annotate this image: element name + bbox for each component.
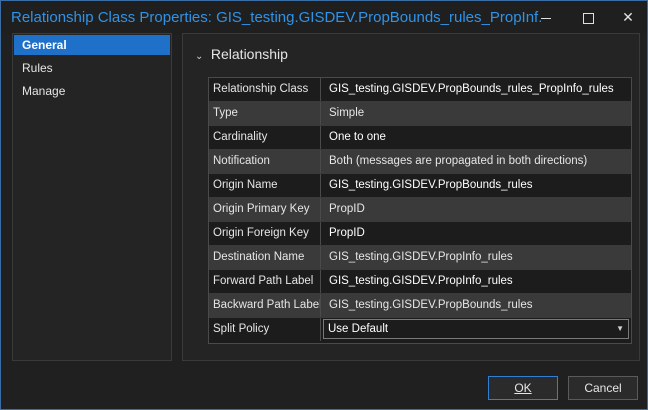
property-row: Notification Both (messages are propagat… <box>209 150 631 174</box>
sidebar-item-manage[interactable]: Manage <box>14 81 170 101</box>
property-label: Origin Primary Key <box>209 198 321 221</box>
window-title: Relationship Class Properties: GIS_testi… <box>11 9 541 26</box>
cancel-button-label: Cancel <box>584 381 622 395</box>
close-icon: ✕ <box>622 9 634 25</box>
minimize-button[interactable] <box>531 5 561 29</box>
property-label: Forward Path Label <box>209 270 321 293</box>
ok-button[interactable]: OK <box>488 376 558 400</box>
property-row: Origin Name GIS_testing.GISDEV.PropBound… <box>209 174 631 198</box>
property-value[interactable]: Simple <box>321 102 631 125</box>
property-row: Origin Primary Key PropID <box>209 198 631 222</box>
sidebar-item-rules[interactable]: Rules <box>14 58 170 78</box>
sidebar-item-general[interactable]: General <box>14 35 170 55</box>
property-label: Backward Path Label <box>209 294 321 317</box>
maximize-icon <box>582 12 594 24</box>
property-row: Forward Path Label GIS_testing.GISDEV.Pr… <box>209 270 631 294</box>
property-value[interactable]: PropID <box>321 222 631 245</box>
ok-button-label: OK <box>514 381 532 395</box>
property-value[interactable]: Both (messages are propagated in both di… <box>321 150 631 173</box>
property-value[interactable]: PropID <box>321 198 631 221</box>
property-row: Split Policy Use Default ▼ <box>209 318 631 342</box>
property-row: Backward Path Label GIS_testing.GISDEV.P… <box>209 294 631 318</box>
dropdown-arrow-icon[interactable]: ▼ <box>616 320 624 338</box>
property-row: Destination Name GIS_testing.GISDEV.Prop… <box>209 246 631 270</box>
split-policy-value: Use Default <box>328 323 389 335</box>
sidebar: General Rules Manage <box>12 33 172 361</box>
property-value[interactable]: GIS_testing.GISDEV.PropBounds_rules <box>321 174 631 197</box>
property-label: Notification <box>209 150 321 173</box>
split-policy-select[interactable]: Use Default ▼ <box>323 319 629 339</box>
maximize-button[interactable] <box>573 5 603 29</box>
property-value[interactable]: GIS_testing.GISDEV.PropBounds_rules <box>321 294 631 317</box>
property-row: Type Simple <box>209 102 631 126</box>
property-label: Type <box>209 102 321 125</box>
property-label: Origin Foreign Key <box>209 222 321 245</box>
section-header[interactable]: ⌄ Relationship <box>195 46 288 62</box>
sidebar-item-label: General <box>22 38 67 52</box>
title-bar[interactable]: Relationship Class Properties: GIS_testi… <box>1 1 647 35</box>
property-row: Relationship Class GIS_testing.GISDEV.Pr… <box>209 78 631 102</box>
main-panel: ⌄ Relationship Relationship Class GIS_te… <box>182 33 640 361</box>
section-title: Relationship <box>210 46 288 62</box>
property-value[interactable]: GIS_testing.GISDEV.PropInfo_rules <box>321 246 631 269</box>
close-button[interactable]: ✕ <box>613 5 643 29</box>
properties-grid: Relationship Class GIS_testing.GISDEV.Pr… <box>208 77 632 344</box>
cancel-button[interactable]: Cancel <box>568 376 638 400</box>
property-label: Split Policy <box>209 318 321 341</box>
chevron-down-icon[interactable]: ⌄ <box>195 51 207 62</box>
property-label: Relationship Class <box>209 78 321 101</box>
sidebar-item-label: Rules <box>22 61 53 75</box>
property-value[interactable]: GIS_testing.GISDEV.PropInfo_rules <box>321 270 631 293</box>
property-value[interactable]: GIS_testing.GISDEV.PropBounds_rules_Prop… <box>321 78 631 101</box>
property-value[interactable]: One to one <box>321 126 631 149</box>
property-label: Origin Name <box>209 174 321 197</box>
minimize-icon <box>541 17 551 19</box>
property-row: Origin Foreign Key PropID <box>209 222 631 246</box>
dialog-window: Relationship Class Properties: GIS_testi… <box>0 0 648 410</box>
property-row: Cardinality One to one <box>209 126 631 150</box>
sidebar-item-label: Manage <box>22 84 66 98</box>
property-label: Cardinality <box>209 126 321 149</box>
property-label: Destination Name <box>209 246 321 269</box>
